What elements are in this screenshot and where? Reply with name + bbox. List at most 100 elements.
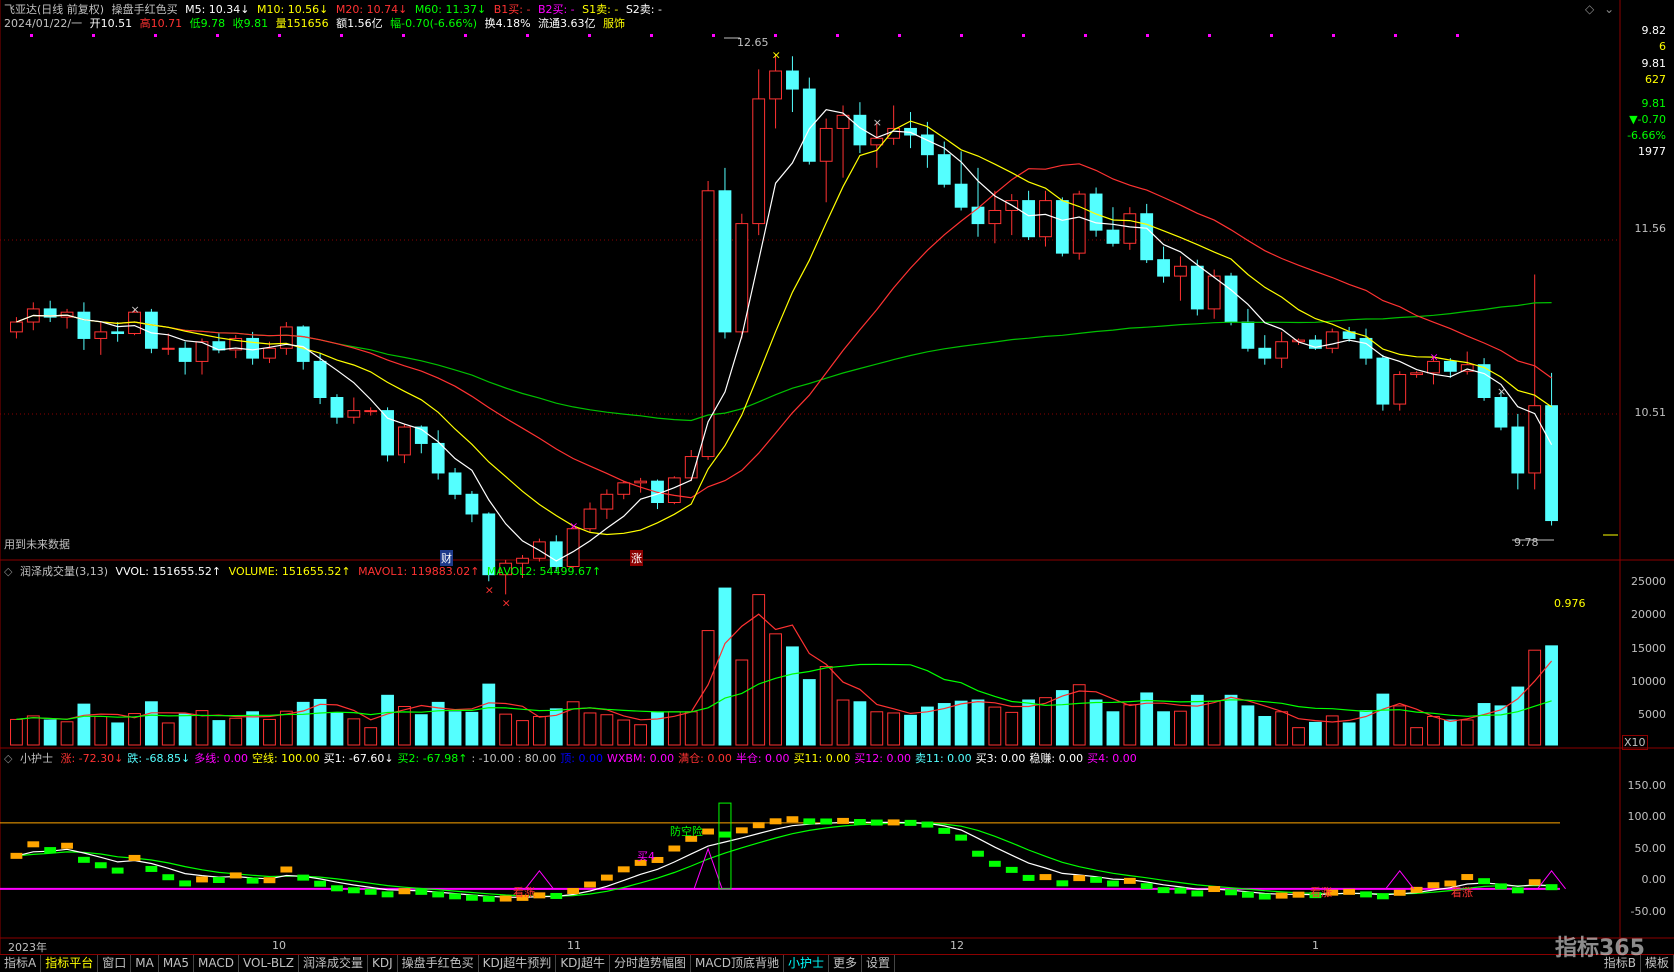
candle-body: [313, 360, 327, 398]
volume-bar: [499, 713, 513, 746]
guard-fall-block: [988, 860, 1001, 867]
signal-cross-marker: ×: [131, 303, 140, 316]
candle-body: [988, 209, 1002, 225]
top-signal-dot: [1084, 34, 1087, 37]
tab-macd-divergence[interactable]: MACD顶底背驰: [691, 955, 784, 972]
tab-settings[interactable]: 设置: [862, 955, 896, 972]
price-axis-2: 10.51: [1634, 406, 1667, 419]
top-signal-dot: [898, 34, 901, 37]
candle-body: [802, 88, 816, 162]
tab-vol-blz[interactable]: VOL-BLZ: [239, 955, 299, 972]
guard-rise-block: [769, 818, 782, 825]
guard-collapse-icon[interactable]: ◇: [4, 752, 12, 765]
tab-template[interactable]: 模板: [1641, 955, 1674, 972]
mavol1-line: [16, 613, 1553, 723]
guard-fall-block: [297, 874, 310, 881]
guard-indicator-name[interactable]: 小护士: [20, 752, 53, 765]
tab-ma5[interactable]: MA5: [159, 955, 195, 972]
guard-rise-block: [1427, 882, 1440, 889]
guard-fall-block: [870, 819, 883, 826]
tab-indicator-a[interactable]: 指标A: [0, 955, 42, 972]
tab-ma[interactable]: MA: [131, 955, 159, 972]
volume-bar: [1157, 711, 1170, 746]
volume-bar: [1207, 700, 1221, 746]
tab-more[interactable]: 更多: [829, 955, 862, 972]
volume-value: VOLUME: 151655.52↑: [228, 565, 351, 578]
mavol1-value: MAVOL1: 119883.02↑: [358, 565, 480, 578]
limit-up-marker[interactable]: 涨: [630, 550, 643, 566]
guard-fall-block: [1242, 891, 1254, 898]
date-label-oct: 10: [272, 939, 286, 952]
volume-bar: [263, 718, 276, 746]
volume-bar: [1410, 727, 1424, 746]
guard-value-9: 满仓: 0.00: [678, 752, 732, 765]
guard-rise-block: [398, 888, 411, 895]
tab-trader-red-buy[interactable]: 操盘手红色买: [398, 955, 479, 972]
volume-bar: [144, 701, 158, 746]
tab-indicator-platform[interactable]: 指标平台: [41, 955, 99, 972]
volume-bar: [1005, 711, 1019, 746]
guard-fall-block: [1157, 887, 1170, 894]
candle-body: [1393, 374, 1407, 405]
guard-fall-block: [94, 862, 107, 869]
volume-indicator-name[interactable]: 润泽成交量(3,13): [20, 565, 108, 578]
indicator-tab-bar: 指标A 指标平台 窗口 MA MA5 MACD VOL-BLZ 润泽成交量 KD…: [0, 954, 1674, 972]
candle-body: [1055, 200, 1069, 254]
guard-fall-block: [1225, 889, 1237, 896]
tab-kdj-bull-predict[interactable]: KDJ超牛预判: [479, 955, 557, 972]
guard-value-3: 空线: 100.00: [251, 752, 320, 765]
guard-value-16: 买4: 0.00: [1087, 752, 1137, 765]
volume-bar: [1494, 705, 1508, 746]
candle-body: [718, 190, 732, 333]
guard-fall-block: [1174, 887, 1187, 894]
volume-bar: [802, 679, 816, 746]
volume-bar: [1089, 699, 1103, 746]
candle-body: [667, 477, 681, 503]
candle-body: [870, 137, 884, 146]
candle-body: [330, 397, 344, 418]
tab-kdj-bull[interactable]: KDJ超牛: [556, 955, 610, 972]
tab-window[interactable]: 窗口: [98, 955, 132, 972]
volume-collapse-icon[interactable]: ◇: [4, 565, 12, 578]
candle-body: [1072, 193, 1086, 254]
volume-bar: [701, 630, 715, 746]
guard-fall-block: [972, 850, 984, 857]
right-value-6: ▼-0.70: [1629, 113, 1666, 126]
volume-bar: [870, 711, 884, 746]
chart-canvas[interactable]: × × × × × × × ×: [0, 0, 1674, 971]
earnings-marker[interactable]: 财: [440, 550, 453, 566]
volume-axis-3: 15000: [1631, 642, 1666, 655]
top-signal-dot: [278, 34, 281, 37]
candle-body: [1545, 405, 1558, 522]
volume-bar: [853, 701, 867, 746]
volume-bar: [1241, 705, 1255, 746]
top-signal-dot: [650, 34, 653, 37]
tab-kdj[interactable]: KDJ: [368, 955, 398, 972]
guard-rise-block: [61, 842, 73, 849]
volume-bar: [600, 714, 614, 746]
sell-cross-marker: ×: [502, 596, 511, 609]
right-value-8: 1977: [1638, 145, 1666, 158]
volume-bar: [988, 706, 1002, 746]
guard-axis-2: 100.00: [1627, 810, 1667, 823]
right-value-2: 6: [1659, 40, 1666, 53]
volume-bar: [347, 718, 361, 746]
guard-rise-block: [1039, 874, 1052, 881]
volume-bar: [1325, 715, 1339, 746]
tab-intraday-trend[interactable]: 分时趋势幅图: [610, 955, 691, 972]
candle-body: [937, 154, 951, 185]
guard-fall-block: [482, 895, 495, 902]
volume-bar: [229, 717, 243, 746]
volume-bar: [1443, 719, 1457, 746]
tab-little-nurse[interactable]: 小护士: [784, 955, 829, 972]
guard-rise-block: [1208, 886, 1221, 893]
date-label-jan: 1: [1312, 939, 1319, 952]
volume-bar: [465, 711, 479, 746]
ma10-line: [16, 120, 1552, 536]
tab-macd[interactable]: MACD: [194, 955, 239, 972]
candle-body: [819, 127, 833, 162]
guard-fall-block: [145, 865, 158, 872]
right-value-1: 9.82: [1641, 24, 1667, 37]
volume-bar: [786, 646, 799, 746]
tab-runze-volume[interactable]: 润泽成交量: [299, 955, 368, 972]
